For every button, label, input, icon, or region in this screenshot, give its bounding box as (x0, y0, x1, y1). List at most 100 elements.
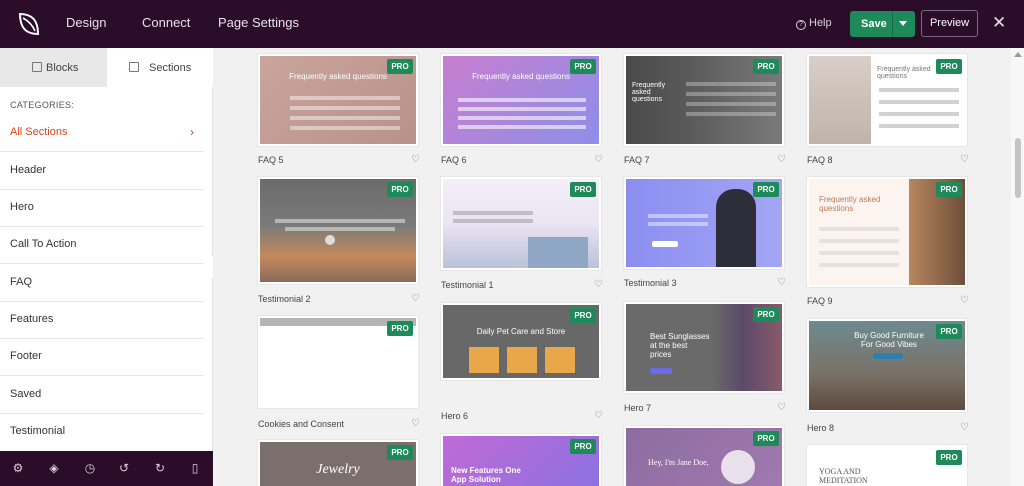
chevron-right-icon: › (190, 125, 194, 139)
template-thumbnail[interactable]: Frequently asked questions PRO (441, 54, 601, 146)
heart-icon[interactable]: ♡ (960, 422, 969, 433)
template-thumbnail[interactable]: YOGA AND MEDITATION PRO (807, 445, 967, 486)
category-features[interactable]: Features (0, 302, 204, 339)
preview-button[interactable]: Preview (921, 10, 978, 37)
save-options-chevron-icon[interactable] (899, 21, 907, 26)
template-caption: Hero 7 (624, 403, 652, 413)
category-all-sections[interactable]: All Sections › (0, 115, 204, 152)
sections-icon (129, 62, 139, 72)
heart-icon[interactable]: ♡ (411, 293, 420, 304)
template-thumbnail[interactable]: Best Sunglasses at the best prices PRO (624, 302, 784, 393)
categories-title: CATEGORIES: (10, 100, 75, 110)
tab-sections[interactable]: Sections (107, 48, 213, 87)
history-icon[interactable]: ◷ (83, 461, 97, 475)
thumbnail-title: Best Sunglasses at the best prices (650, 332, 710, 359)
avatar (325, 235, 335, 245)
template-caption: Testimonial 2 (258, 294, 311, 304)
settings-icon[interactable]: ⚙ (11, 461, 25, 475)
category-hero[interactable]: Hero (0, 190, 204, 227)
template-thumbnail[interactable]: Frequently asked questions PRO (624, 54, 784, 146)
template-thumbnail[interactable]: PRO (258, 177, 418, 284)
pro-badge: PRO (570, 308, 596, 323)
thumbnail-title: Frequently asked questions (632, 82, 666, 103)
template-thumbnail[interactable]: New Features One App Solution PRO (441, 434, 601, 486)
pro-badge: PRO (936, 324, 962, 339)
sidebar-tabs: Blocks Sections (0, 48, 213, 87)
seedprod-logo-icon[interactable] (14, 10, 42, 38)
save-button[interactable]: Save (850, 11, 915, 37)
save-label: Save (861, 18, 887, 30)
category-call-to-action[interactable]: Call To Action (0, 227, 204, 264)
nav-design[interactable]: Design (66, 15, 106, 30)
nav-page-settings[interactable]: Page Settings (218, 15, 299, 30)
save-divider (892, 11, 893, 37)
template-thumbnail[interactable]: Jewelry PRO (258, 440, 418, 486)
pro-badge: PRO (570, 439, 596, 454)
heart-icon[interactable]: ♡ (594, 279, 603, 290)
thumbnail-title: YOGA AND MEDITATION (819, 467, 868, 485)
gallery-scrollbar[interactable] (1011, 48, 1024, 486)
pro-badge: PRO (753, 182, 779, 197)
category-label: Hero (10, 201, 34, 213)
template-thumbnail[interactable]: Frequently asked questions PRO (258, 54, 418, 146)
heart-icon[interactable]: ♡ (777, 402, 786, 413)
category-footer[interactable]: Footer (0, 339, 204, 376)
category-testimonial[interactable]: Testimonial (0, 414, 204, 451)
template-thumbnail[interactable]: PRO (624, 177, 784, 269)
tab-blocks[interactable]: Blocks (0, 48, 107, 87)
category-label: Header (10, 164, 47, 176)
template-thumbnail[interactable]: PRO (441, 177, 601, 270)
template-gallery: Frequently asked questions PRO FAQ 5 ♡ P… (213, 48, 1011, 486)
category-faq[interactable]: FAQ (0, 265, 204, 302)
nav-connect[interactable]: Connect (142, 15, 190, 30)
heart-icon[interactable]: ♡ (594, 154, 603, 165)
pro-badge: PRO (570, 59, 596, 74)
help-button[interactable]: ? Help (796, 17, 832, 30)
pro-badge: PRO (387, 182, 413, 197)
layers-icon[interactable]: ◈ (47, 461, 61, 475)
category-header[interactable]: Header (0, 153, 204, 190)
redo-icon[interactable]: ↻ (153, 461, 167, 475)
template-caption: FAQ 9 (807, 296, 833, 306)
tab-sections-label: Sections (149, 62, 192, 74)
template-caption: FAQ 8 (807, 155, 833, 165)
scroll-up-icon[interactable] (1014, 52, 1022, 57)
close-icon[interactable]: ✕ (992, 13, 1006, 33)
pro-badge: PRO (387, 321, 413, 336)
category-label: Saved (10, 388, 42, 400)
pro-badge: PRO (936, 450, 962, 465)
thumbnail-title: Daily Pet Care and Store (476, 327, 566, 336)
heart-icon[interactable]: ♡ (960, 295, 969, 306)
mobile-preview-icon[interactable]: ▯ (188, 461, 202, 475)
bottom-toolbar: ⚙ ◈ ◷ ↺ ↻ ▯ (0, 451, 213, 486)
pro-badge: PRO (753, 431, 779, 446)
category-label: Footer (10, 350, 42, 362)
template-caption: Testimonial 3 (624, 278, 677, 288)
person-photo (809, 56, 871, 144)
template-thumbnail[interactable]: PRO (258, 316, 418, 408)
template-caption: Hero 8 (807, 423, 835, 433)
top-bar: Design Connect Page Settings ? Help Save … (0, 0, 1024, 48)
thumbnail-title: Hey, I'm Jane Doe, (648, 458, 709, 467)
template-caption: Cookies and Consent (258, 419, 345, 429)
heart-icon[interactable]: ♡ (777, 154, 786, 165)
template-caption: Hero 6 (441, 411, 469, 421)
pro-badge: PRO (936, 182, 962, 197)
heart-icon[interactable]: ♡ (594, 410, 603, 421)
heart-icon[interactable]: ♡ (411, 418, 420, 429)
category-saved[interactable]: Saved (0, 377, 204, 414)
template-thumbnail[interactable]: Frequently asked questions PRO (807, 177, 967, 287)
template-thumbnail[interactable]: Buy Good Furniture For Good Vibes PRO (807, 319, 967, 412)
scroll-thumb[interactable] (1015, 138, 1021, 198)
heart-icon[interactable]: ♡ (411, 154, 420, 165)
tab-blocks-label: Blocks (46, 62, 79, 74)
heart-icon[interactable]: ♡ (960, 154, 969, 165)
template-thumbnail[interactable]: Frequently asked questions PRO (807, 54, 967, 146)
template-thumbnail[interactable]: Hey, I'm Jane Doe, PRO (624, 426, 784, 486)
heart-icon[interactable]: ♡ (777, 277, 786, 288)
template-caption: Testimonial 1 (441, 280, 494, 290)
category-label: FAQ (10, 276, 33, 288)
pro-badge: PRO (936, 59, 962, 74)
undo-icon[interactable]: ↺ (117, 461, 131, 475)
template-thumbnail[interactable]: Daily Pet Care and Store PRO (441, 303, 601, 380)
